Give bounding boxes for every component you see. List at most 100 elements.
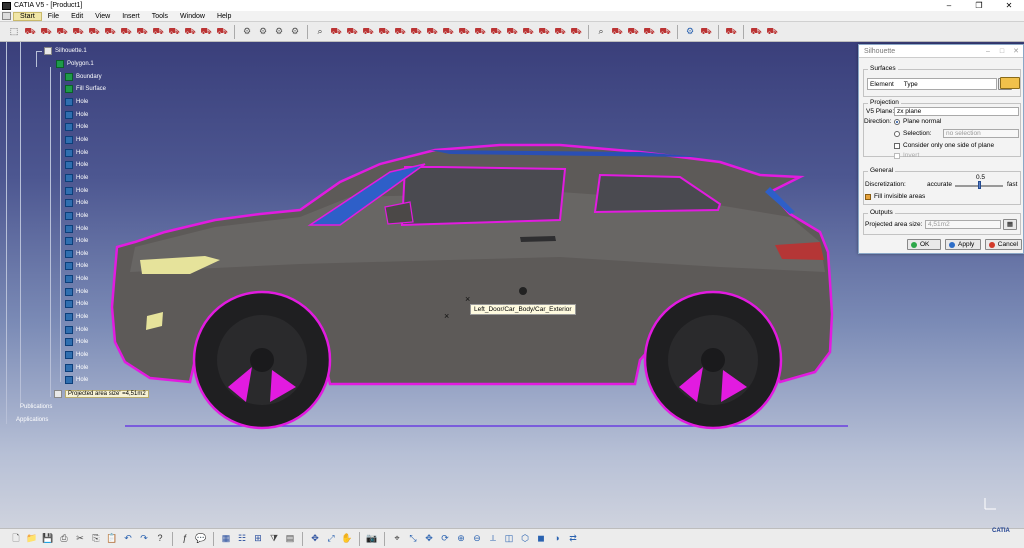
car-tool-icon[interactable]: ⛟	[538, 25, 551, 38]
redo-icon[interactable]: ↷	[138, 532, 151, 545]
table-icon[interactable]: ▤	[284, 532, 297, 545]
car-tool-icon[interactable]: ⛟	[627, 25, 640, 38]
multi-view-icon[interactable]: ◫	[503, 532, 516, 545]
tree-node-hole[interactable]: Hole	[65, 211, 88, 221]
zoom-out-icon[interactable]: ⊖	[471, 532, 484, 545]
car-tool-icon[interactable]: ⛟	[152, 25, 165, 38]
shading-icon[interactable]: ◼	[535, 532, 548, 545]
tree-node-hole[interactable]: Hole	[65, 363, 88, 373]
one-side-checkbox[interactable]	[894, 143, 900, 149]
car-tool-icon[interactable]: ⛟	[362, 25, 375, 38]
iso-view-icon[interactable]: ⬡	[519, 532, 532, 545]
save-icon[interactable]: 💾	[42, 532, 55, 545]
tree-node-hole[interactable]: Hole	[65, 186, 88, 196]
tree-node-hole[interactable]: Hole	[65, 110, 88, 120]
tree-node-hole[interactable]: Hole	[65, 173, 88, 183]
copy-icon[interactable]: ⎘	[90, 532, 103, 545]
car-tool-icon[interactable]: ⛟	[40, 25, 53, 38]
tree-node-hole[interactable]: Hole	[65, 135, 88, 145]
car-tool-icon[interactable]: ⛟	[394, 25, 407, 38]
catalog-icon[interactable]: ▦	[220, 532, 233, 545]
discretization-slider-thumb[interactable]	[978, 181, 981, 189]
restore-button[interactable]: ❐	[964, 0, 994, 11]
tree-node-hole[interactable]: Hole	[65, 375, 88, 385]
fly-mode-icon[interactable]: ⌖	[391, 532, 404, 545]
car-tool-icon[interactable]: ⛟	[442, 25, 455, 38]
network-icon[interactable]: ⊞	[252, 532, 265, 545]
tree-node-applications[interactable]: Applications	[16, 415, 48, 425]
car-tool-icon[interactable]: ⛟	[490, 25, 503, 38]
car-tool-icon[interactable]: ⛟	[611, 25, 624, 38]
car-tool-icon[interactable]: ⛟	[346, 25, 359, 38]
filter-icon[interactable]: ⧩	[268, 532, 281, 545]
hide-show-icon[interactable]: ◑	[551, 532, 564, 545]
select-tool-icon[interactable]: ⬚	[8, 25, 21, 38]
search-icon[interactable]: ⌕	[314, 25, 327, 38]
car-tool-icon[interactable]: ⛟	[474, 25, 487, 38]
menu-help[interactable]: Help	[211, 13, 237, 20]
fill-invisible-checkbox[interactable]	[865, 194, 871, 200]
measure-update-icon[interactable]: ▦	[1003, 219, 1017, 230]
comment-icon[interactable]: 💬	[195, 532, 208, 545]
dialog-close-button[interactable]: ✕	[1009, 45, 1023, 57]
normal-view-icon[interactable]: ⟂	[487, 532, 500, 545]
tree-node-hole[interactable]: Hole	[65, 249, 88, 259]
cancel-button[interactable]: Cancel	[985, 239, 1022, 250]
car-tool-icon[interactable]: ⛟	[570, 25, 583, 38]
menu-start[interactable]: Start	[13, 11, 42, 21]
car-tool-icon[interactable]: ⛟	[136, 25, 149, 38]
dialog-maximize-button[interactable]: □	[995, 45, 1009, 57]
car-tool-icon[interactable]: ⛟	[659, 25, 672, 38]
tree-node-hole[interactable]: Hole	[65, 97, 88, 107]
tree-node-hole[interactable]: Hole	[65, 148, 88, 158]
car-tool-icon[interactable]: ⛟	[56, 25, 69, 38]
swap-visible-icon[interactable]: ⇄	[567, 532, 580, 545]
zoom-in-icon[interactable]: ⊕	[455, 532, 468, 545]
settings-icon[interactable]: ⚙	[684, 25, 697, 38]
plane-normal-radio[interactable]	[894, 119, 900, 125]
rotate-icon[interactable]: ⟳	[439, 532, 452, 545]
tree-node-fill-surface[interactable]: Fill Surface	[65, 84, 106, 94]
car-tool-icon[interactable]: ⛟	[120, 25, 133, 38]
car-tool-icon[interactable]: ⛟	[216, 25, 229, 38]
tree-node-projected-area[interactable]: Projected area size' =4,51m2	[54, 389, 149, 399]
selection-radio[interactable]	[894, 131, 900, 137]
measure-tool-icon[interactable]: ⚙	[257, 25, 270, 38]
tree-node-hole[interactable]: Hole	[65, 274, 88, 284]
measure-tool-icon[interactable]: ⚙	[241, 25, 254, 38]
fit-all-icon[interactable]: ⤡	[407, 532, 420, 545]
tree-node-hole[interactable]: Hole	[65, 350, 88, 360]
ok-button[interactable]: OK	[907, 239, 941, 250]
car-tool-icon[interactable]: ⛟	[426, 25, 439, 38]
car-tool-icon[interactable]: ⛟	[700, 25, 713, 38]
car-tool-icon[interactable]: ⛟	[506, 25, 519, 38]
car-tool-icon[interactable]: ⛟	[168, 25, 181, 38]
menu-edit[interactable]: Edit	[65, 13, 89, 20]
tree-node-hole[interactable]: Hole	[65, 312, 88, 322]
apply-button[interactable]: Apply	[945, 239, 981, 250]
menu-file[interactable]: File	[42, 13, 65, 20]
camera-icon[interactable]: 📷	[366, 532, 379, 545]
measure-tool-icon[interactable]: ⚙	[289, 25, 302, 38]
menu-tools[interactable]: Tools	[146, 13, 174, 20]
tree-node-hole[interactable]: Hole	[65, 325, 88, 335]
surfaces-list[interactable]: Element Type	[867, 78, 997, 90]
open-folder-icon[interactable]: 📁	[26, 532, 39, 545]
fit-all-icon[interactable]: ⤢	[325, 532, 338, 545]
undo-icon[interactable]: ↶	[122, 532, 135, 545]
tree-node-hole[interactable]: Hole	[65, 337, 88, 347]
car-tool-icon[interactable]: ⛟	[458, 25, 471, 38]
dialog-minimize-button[interactable]: –	[981, 45, 995, 57]
menu-window[interactable]: Window	[174, 13, 211, 20]
print-icon[interactable]: ⎙	[58, 532, 71, 545]
surface-selection-button[interactable]	[1000, 77, 1020, 89]
car-tool-icon[interactable]: ⛟	[200, 25, 213, 38]
menu-insert[interactable]: Insert	[116, 13, 146, 20]
selection-input[interactable]: no selection	[943, 129, 1019, 138]
document-icon[interactable]	[2, 12, 11, 20]
tree-node-hole[interactable]: Hole	[65, 224, 88, 234]
pan-icon[interactable]: ✥	[423, 532, 436, 545]
car-tool-icon[interactable]: ⛟	[72, 25, 85, 38]
car-tool-icon[interactable]: ⛟	[643, 25, 656, 38]
tree-node-hole[interactable]: Hole	[65, 261, 88, 271]
